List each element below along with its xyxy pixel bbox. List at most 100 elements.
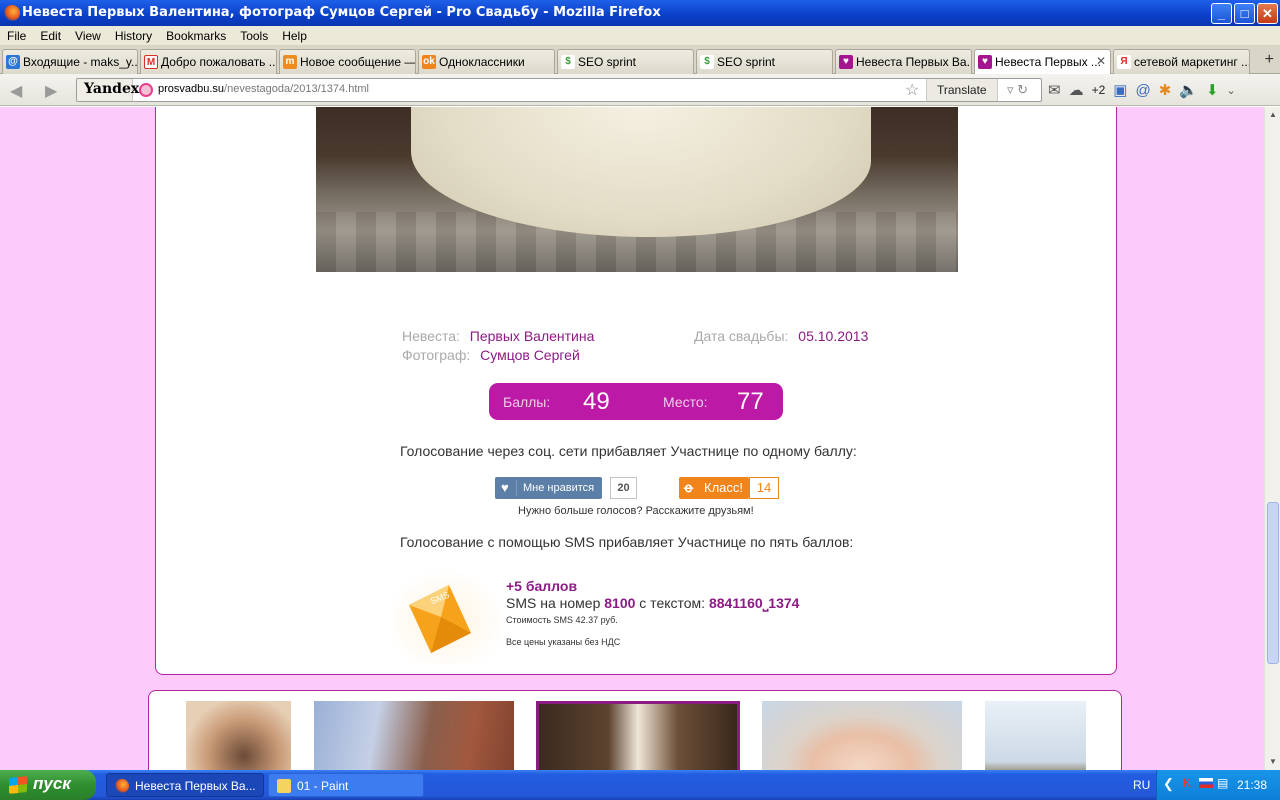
- menu-view[interactable]: View: [68, 26, 108, 43]
- tab-seo-sprint-1[interactable]: $ SEO sprint: [557, 49, 694, 74]
- tab-bride-active[interactable]: ♥ Невеста Первых ... ✕: [974, 49, 1111, 75]
- scroll-thumb[interactable]: [1267, 502, 1279, 664]
- addon-icon[interactable]: ▣: [1113, 81, 1127, 99]
- new-tab-icon[interactable]: +: [1265, 51, 1274, 69]
- address-bar[interactable]: Yandex prosvadbu.su/nevestagoda/2013/137…: [76, 78, 1042, 102]
- social-vote-note: Голосование через соц. сети прибавляет У…: [400, 443, 857, 459]
- sms-envelope-icon: SMS: [391, 569, 501, 664]
- wedding-date: 05.10.2013: [798, 328, 869, 344]
- dollar-icon: $: [700, 55, 714, 69]
- tools-icon[interactable]: ✱: [1159, 81, 1172, 99]
- url-text[interactable]: prosvadbu.su/nevestagoda/2013/1374.html: [158, 83, 369, 95]
- menu-history[interactable]: History: [108, 26, 159, 43]
- weather-icon[interactable]: ☁: [1069, 81, 1084, 99]
- clock-time[interactable]: 21:38: [1237, 778, 1267, 792]
- back-arrow-icon[interactable]: ◀: [10, 81, 22, 101]
- vk-separator: [516, 480, 517, 496]
- taskbar-firefox[interactable]: Невеста Первых Ва...: [106, 773, 264, 797]
- close-button[interactable]: ✕: [1257, 3, 1278, 24]
- scroll-down-icon[interactable]: ▼: [1265, 754, 1280, 770]
- tab-label: Невеста Первых Ва...: [856, 55, 972, 69]
- tray-arrow-icon[interactable]: ❮: [1163, 776, 1174, 792]
- bride-label: Невеста:: [402, 328, 460, 344]
- date-row: Дата свадьбы: 05.10.2013: [694, 328, 868, 344]
- menu-file[interactable]: File: [0, 26, 33, 43]
- score-value: 49: [583, 388, 610, 415]
- system-tray: ❮ K ▤ 21:38: [1156, 770, 1280, 800]
- photographer-row: Фотограф: Сумцов Сергей: [402, 347, 580, 363]
- menu-bookmarks[interactable]: Bookmarks: [159, 26, 233, 43]
- heart-icon: ♥: [839, 55, 853, 69]
- menu-chevron-icon[interactable]: ⌄: [1227, 84, 1236, 97]
- russian-flag-icon[interactable]: [1199, 778, 1213, 788]
- menu-help[interactable]: Help: [275, 26, 314, 43]
- scroll-up-icon[interactable]: ▲: [1265, 107, 1280, 123]
- sms-text-code: 8841160⎵1374: [708, 595, 800, 611]
- vk-like-count: 20: [610, 477, 637, 499]
- language-indicator[interactable]: RU: [1133, 778, 1150, 792]
- tab-seo-sprint-2[interactable]: $ SEO sprint: [696, 49, 833, 74]
- gallery-thumb-1[interactable]: [186, 701, 291, 770]
- tab-bride-1[interactable]: ♥ Невеста Первых Ва...: [835, 49, 972, 74]
- gallery-thumb-2[interactable]: [314, 701, 514, 770]
- maximize-button[interactable]: □: [1234, 3, 1255, 24]
- sms-vote-note: Голосование с помощью SMS прибавляет Уча…: [400, 534, 854, 550]
- firefox-icon: [115, 779, 129, 793]
- ok-class-count: 14: [749, 477, 779, 499]
- page-scrollbar[interactable]: ▲ ▼: [1264, 107, 1280, 770]
- vk-like-button[interactable]: ♥ Мне нравится: [495, 477, 602, 499]
- photographer-link[interactable]: Сумцов Сергей: [480, 347, 580, 363]
- tab-yandex-mail[interactable]: @ Входящие - maks_y...: [2, 49, 138, 74]
- gallery-thumb-5[interactable]: [985, 701, 1086, 770]
- odnoklassniki-icon: ok: [422, 55, 436, 69]
- kaspersky-icon[interactable]: K: [1183, 776, 1191, 790]
- yandex-icon: Я: [1117, 55, 1131, 69]
- translate-button[interactable]: Translate: [926, 79, 998, 101]
- firefox-icon: [4, 5, 20, 21]
- yandex-mail-icon: @: [6, 55, 20, 69]
- tell-friends-text: Нужно больше голосов? Расскажите друзьям…: [518, 505, 754, 517]
- menu-tools[interactable]: Tools: [233, 26, 275, 43]
- ok-class-button[interactable]: ꝋ Класс!: [679, 477, 749, 499]
- minimize-button[interactable]: _: [1211, 3, 1232, 24]
- close-tab-icon[interactable]: ✕: [1096, 54, 1106, 68]
- sms-prefix: SMS на номер: [506, 595, 601, 611]
- extra-count[interactable]: +2: [1092, 83, 1106, 97]
- bride-name-link[interactable]: Первых Валентина: [470, 328, 595, 344]
- place-label: Место:: [663, 394, 708, 410]
- url-path: /nevestagoda/2013/1374.html: [224, 83, 369, 95]
- bookmark-star-icon[interactable]: ☆: [905, 80, 919, 100]
- tab-network-marketing[interactable]: Я сетевой маркетинг ...: [1113, 49, 1250, 74]
- ok-class-label: Класс!: [704, 480, 743, 495]
- search-engine-label: Yandex: [84, 81, 140, 97]
- taskbar-firefox-label: Невеста Первых Ва...: [135, 779, 256, 793]
- dropdown-and-reload-icons[interactable]: ▿ ↻: [1007, 82, 1028, 98]
- window-title: Невеста Первых Валентина, фотограф Сумцо…: [22, 5, 661, 20]
- start-button[interactable]: пуск: [0, 770, 96, 800]
- window-titlebar: Невеста Первых Валентина, фотограф Сумцо…: [0, 0, 1280, 26]
- photographer-label: Фотограф:: [402, 347, 471, 363]
- tab-odnoklassniki[interactable]: ok Одноклассники: [418, 49, 555, 74]
- heart-icon: ♥: [978, 55, 992, 69]
- page-viewport: Невеста: Первых Валентина Дата свадьбы: …: [0, 107, 1264, 770]
- yandex-search-button[interactable]: Yandex: [77, 79, 139, 101]
- sms-instruction: SMS на номер 8100 с текстом: 8841160⎵137…: [506, 595, 799, 612]
- mail-icon[interactable]: ✉: [1048, 81, 1061, 99]
- network-icon[interactable]: ▤: [1217, 776, 1228, 790]
- tab-mail-ru[interactable]: m Новое сообщение —...: [279, 49, 416, 74]
- volume-icon[interactable]: 🔈: [1179, 81, 1198, 99]
- sms-points-text: +5 баллов: [506, 578, 578, 594]
- download-icon[interactable]: ⬇: [1206, 81, 1219, 99]
- taskbar-paint[interactable]: 01 - Paint: [268, 773, 424, 797]
- gallery-thumb-3-selected[interactable]: [536, 701, 740, 770]
- tab-label: Добро пожаловать ...: [161, 55, 277, 69]
- forward-arrow-icon[interactable]: ▶: [45, 81, 57, 101]
- at-icon[interactable]: @: [1135, 82, 1150, 99]
- tab-label: Невеста Первых ...: [995, 55, 1101, 69]
- menu-edit[interactable]: Edit: [33, 26, 68, 43]
- tab-gmail[interactable]: M Добро пожаловать ...: [140, 49, 277, 74]
- gallery-thumb-4[interactable]: [762, 701, 962, 770]
- photo-gallery: [148, 690, 1122, 770]
- gmail-icon: M: [144, 55, 158, 69]
- site-favicon-icon: [139, 83, 153, 97]
